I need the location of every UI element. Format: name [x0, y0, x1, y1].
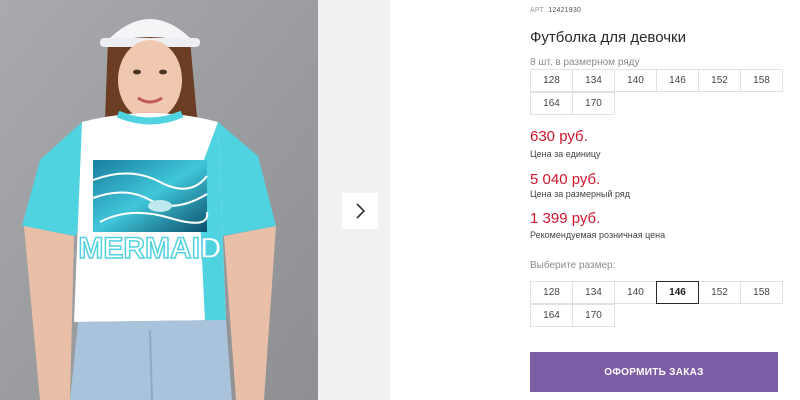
product-title: Футболка для девочки — [530, 29, 686, 46]
size-row-cell: 128 — [530, 69, 573, 92]
size-row-price-label: Цена за размерный ряд — [530, 189, 631, 199]
article-value: 12421930 — [548, 7, 582, 14]
unit-price: 630 руб. — [530, 128, 588, 145]
size-option-152[interactable]: 152 — [698, 281, 741, 304]
size-row-cell: 170 — [572, 92, 615, 115]
size-row-cell: 134 — [572, 69, 615, 92]
retail-price-label: Рекомендуемая розничная цена — [530, 230, 666, 240]
article-number: АРТ. 12421930 — [530, 7, 581, 14]
product-gallery: MERMAID — [0, 0, 390, 400]
size-row-note: 8 шт. в размерном ряду — [530, 57, 640, 68]
product-photo-image: MERMAID — [0, 0, 318, 400]
product-photo: MERMAID — [0, 0, 318, 400]
choose-size-label: Выберите размер: — [530, 260, 616, 271]
size-option-170[interactable]: 170 — [572, 304, 615, 327]
size-selector: 128 134 140 146 152 158 164 170 — [530, 281, 783, 327]
size-option-140[interactable]: 140 — [614, 281, 657, 304]
size-row-cell: 152 — [698, 69, 741, 92]
retail-price: 1 399 руб. — [530, 210, 601, 227]
size-row-cell: 140 — [614, 69, 657, 92]
article-label: АРТ. — [530, 7, 546, 14]
mermaid-print-text: MERMAID — [78, 232, 221, 265]
gallery-next-button[interactable] — [342, 193, 378, 229]
size-option-134[interactable]: 134 — [572, 281, 615, 304]
size-row-cell: 164 — [530, 92, 573, 115]
size-option-128[interactable]: 128 — [530, 281, 573, 304]
size-option-158[interactable]: 158 — [740, 281, 783, 304]
product-info-panel: АРТ. 12421930 Футболка для девочки 8 шт. … — [530, 0, 800, 400]
size-option-146-selected[interactable]: 146 — [656, 281, 699, 304]
unit-price-label: Цена за единицу — [530, 149, 601, 159]
size-row-cell: 158 — [740, 69, 783, 92]
place-order-button[interactable]: ОФОРМИТЬ ЗАКАЗ — [530, 352, 778, 392]
size-row-price: 5 040 руб. — [530, 171, 601, 188]
size-option-164[interactable]: 164 — [530, 304, 573, 327]
size-row-grid: 128 134 140 146 152 158 164 170 — [530, 69, 783, 115]
size-row-cell: 146 — [656, 69, 699, 92]
chevron-right-icon — [356, 203, 366, 219]
